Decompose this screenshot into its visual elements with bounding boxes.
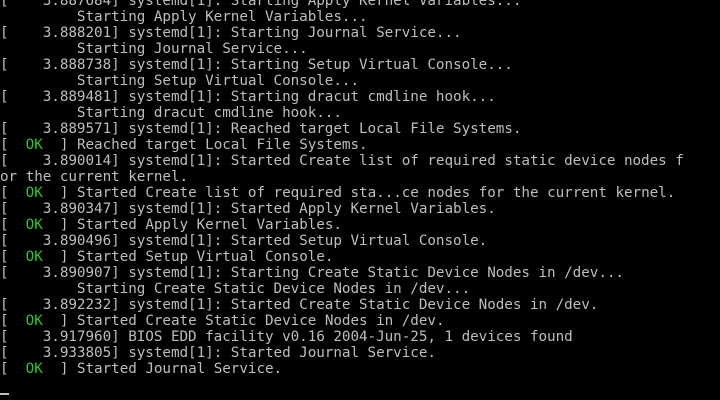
console-line-ok: [ OK ] Started Journal Service. [0, 361, 720, 377]
status-bracket-open: [ [0, 361, 26, 377]
console-line: [ 3.888738] systemd[1]: Starting Setup V… [0, 57, 513, 73]
console-line: Starting Journal Service... [0, 41, 308, 57]
console-line-ok: [ OK ] Started Create list of required s… [0, 185, 720, 201]
console-line: [ 3.890496] systemd[1]: Started Setup Vi… [0, 233, 488, 249]
console-line: [ 3.887684] systemd[1]: Starting Apply K… [0, 0, 522, 9]
status-bracket-open: [ [0, 249, 26, 265]
status-bracket-open: [ [0, 137, 26, 153]
console-line: [ 3.890907] systemd[1]: Starting Create … [0, 265, 624, 281]
console-line-ok: [ OK ] Reached target Local File Systems… [0, 137, 720, 153]
console-line-text: ] Started Setup Virtual Console. [42, 249, 334, 265]
console-line-ok: [ OK ] Started Create Static Device Node… [0, 313, 720, 329]
console-line: [ 3.890347] systemd[1]: Started Apply Ke… [0, 201, 496, 217]
status-ok-label: OK [25, 249, 43, 265]
console-line: Starting Create Static Device Nodes in /… [0, 281, 471, 297]
status-ok-label: OK [25, 361, 43, 377]
console-line-text: ] Started Create Static Device Nodes in … [42, 313, 445, 329]
status-bracket-open: [ [0, 185, 26, 201]
console-line: or the current kernel. [0, 169, 189, 185]
console-line: [ 3.889571] systemd[1]: Reached target L… [0, 121, 522, 137]
console-line-text: ] Reached target Local File Systems. [42, 137, 368, 153]
status-bracket-open: [ [0, 313, 26, 329]
console-line: [ 3.917960] BIOS EDD facility v0.16 2004… [0, 329, 573, 345]
console-line: Starting Apply Kernel Variables... [0, 9, 368, 25]
console-line: Starting dracut cmdline hook... [0, 105, 342, 121]
status-ok-label: OK [25, 185, 43, 201]
console-line-text: ] Started Apply Kernel Variables. [42, 217, 342, 233]
console-line-text: ] Started Create list of required sta...… [42, 185, 676, 201]
console-line-ok: [ OK ] Started Setup Virtual Console. [0, 249, 720, 265]
console-line-ok: [ OK ] Started Apply Kernel Variables. [0, 217, 720, 233]
boot-console-log: [ 3.887684] systemd[1]: Starting Apply K… [0, 0, 720, 377]
console-line-text: ] Started Journal Service. [42, 361, 283, 377]
console-line: [ 3.933805] systemd[1]: Started Journal … [0, 345, 436, 361]
console-line: [ 3.892232] systemd[1]: Started Create S… [0, 297, 599, 313]
text-cursor [0, 393, 9, 395]
console-line: [ 3.888201] systemd[1]: Starting Journal… [0, 25, 462, 41]
status-ok-label: OK [25, 217, 43, 233]
console-line: [ 3.890014] systemd[1]: Started Create l… [0, 153, 684, 169]
console-line: [ 3.889481] systemd[1]: Starting dracut … [0, 89, 496, 105]
status-ok-label: OK [25, 137, 43, 153]
status-bracket-open: [ [0, 217, 26, 233]
status-ok-label: OK [25, 313, 43, 329]
console-line: Starting Setup Virtual Console... [0, 73, 359, 89]
